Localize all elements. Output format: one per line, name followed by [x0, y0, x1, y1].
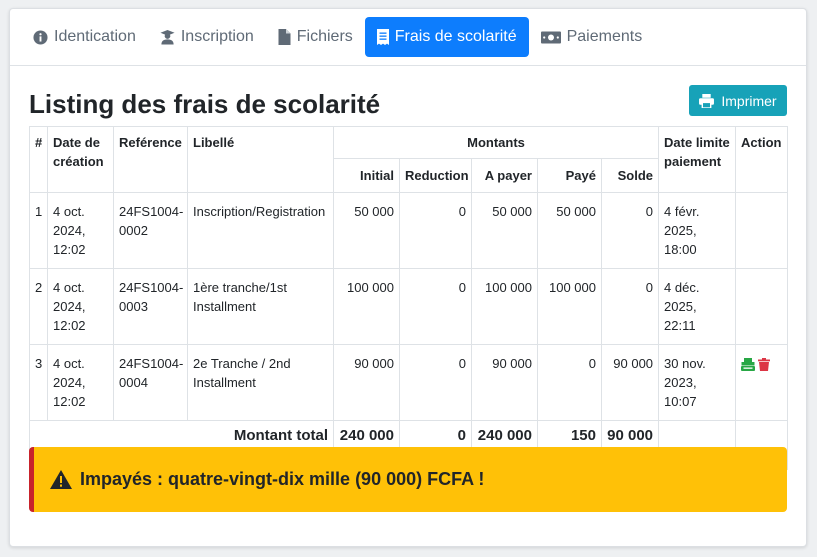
header-reduction: Reduction [399, 158, 472, 193]
tab-paiements[interactable]: Paiements [529, 17, 655, 57]
tab-frais-scolarite[interactable]: Frais de scolarité [364, 17, 529, 57]
header-paye: Payé [537, 158, 602, 193]
cell-action [735, 192, 789, 269]
cell-reference: 24FS1004-0004 [113, 344, 188, 421]
row-actions [741, 358, 782, 371]
delete-icon[interactable] [758, 358, 771, 371]
money-bill-icon [540, 31, 561, 43]
cell-initial: 100 000 [333, 268, 400, 345]
nav-tabs: Identication Inscription Fichiers Frais … [21, 17, 654, 57]
table-row: 2 4 oct. 2024, 12:02 24FS1004-0003 1ère … [29, 268, 789, 345]
print-button[interactable]: Imprimer [689, 85, 787, 116]
cell-libelle: Inscription/Registration [187, 192, 334, 269]
cell-index: 1 [29, 192, 48, 269]
cell-solde: 90 000 [600, 344, 660, 421]
cell-action [735, 344, 789, 421]
header-date-limite: Date limite paiement [658, 126, 737, 193]
cell-libelle: 1ère tranche/1st Installment [187, 268, 334, 345]
cell-date: 4 oct. 2024, 12:02 [47, 192, 114, 269]
cell-reference: 24FS1004-0003 [113, 268, 188, 345]
tab-label: Inscription [180, 28, 254, 45]
receipt-icon [376, 29, 389, 45]
user-graduate-icon [160, 29, 175, 45]
print-icon [699, 93, 715, 108]
cell-index: 3 [29, 344, 48, 421]
pay-icon[interactable] [741, 358, 756, 371]
cell-action [735, 268, 789, 345]
tab-fichiers[interactable]: Fichiers [266, 17, 365, 57]
tab-label: Identication [54, 28, 136, 45]
tab-label: Paiements [566, 28, 643, 45]
cell-paye: 100 000 [537, 268, 602, 345]
file-icon [278, 29, 291, 45]
cell-a-payer: 100 000 [471, 268, 538, 345]
print-label: Imprimer [721, 92, 777, 109]
info-circle-icon [33, 29, 48, 45]
cell-date: 4 oct. 2024, 12:02 [47, 268, 114, 345]
table-row: 1 4 oct. 2024, 12:02 24FS1004-0002 Inscr… [29, 192, 789, 269]
header-date-creation: Date de création [47, 126, 114, 193]
header-solde: Solde [600, 158, 660, 193]
cell-index: 2 [29, 268, 48, 345]
warning-icon [50, 470, 72, 489]
header-index: # [29, 126, 48, 193]
tab-inscription[interactable]: Inscription [148, 17, 266, 57]
cell-reduction: 0 [399, 344, 472, 421]
header-action: Action [735, 126, 789, 193]
header-libelle: Libellé [187, 126, 334, 193]
tab-label: Frais de scolarité [394, 28, 517, 45]
cell-a-payer: 50 000 [471, 192, 538, 269]
cell-date-limite: 4 févr. 2025, 18:00 [658, 192, 737, 269]
cell-date-limite: 4 déc. 2025, 22:11 [658, 268, 737, 345]
cell-reduction: 0 [399, 268, 472, 345]
header-reference: Reférence [113, 126, 188, 193]
cell-reference: 24FS1004-0002 [113, 192, 188, 269]
table-row: 3 4 oct. 2024, 12:02 24FS1004-0004 2e Tr… [29, 344, 789, 421]
header-montants: Montants [332, 126, 660, 159]
tab-label: Fichiers [296, 28, 353, 45]
unpaid-alert: Impayés : quatre-vingt-dix mille (90 000… [29, 447, 787, 512]
cell-reduction: 0 [399, 192, 472, 269]
cell-initial: 90 000 [333, 344, 400, 421]
cell-initial: 50 000 [333, 192, 400, 269]
cell-date: 4 oct. 2024, 12:02 [47, 344, 114, 421]
fees-table: # Date de création Reférence Libellé Mon… [29, 126, 789, 470]
tab-bar: Identication Inscription Fichiers Frais … [10, 9, 806, 66]
cell-solde: 0 [600, 268, 660, 345]
alert-text: Impayés : quatre-vingt-dix mille (90 000… [80, 469, 485, 489]
page-title: Listing des frais de scolarité [29, 89, 381, 119]
cell-a-payer: 90 000 [471, 344, 538, 421]
main-card: Identication Inscription Fichiers Frais … [9, 8, 807, 547]
cell-libelle: 2e Tranche / 2nd Installment [187, 344, 334, 421]
cell-date-limite: 30 nov. 2023, 10:07 [658, 344, 737, 421]
cell-paye: 50 000 [537, 192, 602, 269]
tab-identication[interactable]: Identication [21, 17, 148, 57]
cell-solde: 0 [600, 192, 660, 269]
header-a-payer: A payer [471, 158, 538, 193]
cell-paye: 0 [537, 344, 602, 421]
header-initial: Initial [333, 158, 400, 193]
